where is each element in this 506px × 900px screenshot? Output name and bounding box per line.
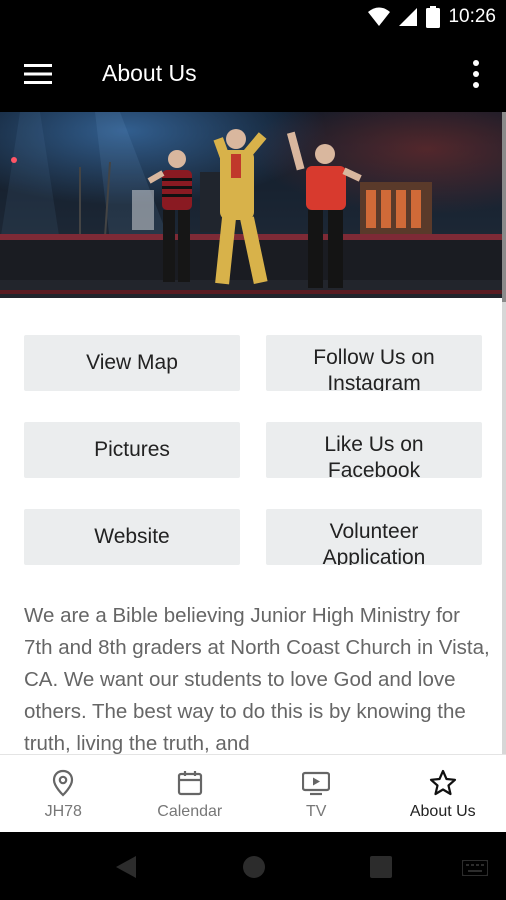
nav-label-jh78: JH78 xyxy=(44,803,82,820)
home-icon[interactable] xyxy=(242,855,266,879)
instagram-button[interactable]: Follow Us on Instagram xyxy=(266,335,482,391)
pictures-button[interactable]: Pictures xyxy=(24,422,240,478)
about-content: View Map Follow Us on Instagram Pictures… xyxy=(0,298,502,754)
pictures-label: Pictures xyxy=(94,438,170,461)
volunteer-button[interactable]: Volunteer Application xyxy=(266,509,482,565)
back-icon[interactable] xyxy=(114,854,138,880)
facebook-button[interactable]: Like Us on Facebook xyxy=(266,422,482,478)
hero-image xyxy=(0,112,502,298)
star-icon xyxy=(429,769,456,796)
volunteer-label: Volunteer Application xyxy=(322,520,426,565)
status-icons: 10:26 xyxy=(368,6,496,28)
nav-item-about-us[interactable]: About Us xyxy=(380,755,506,832)
calendar-icon xyxy=(177,771,202,796)
about-description: We are a Bible believing Junior High Min… xyxy=(24,604,490,754)
keyboard-icon[interactable] xyxy=(462,860,488,876)
nav-label-calendar: Calendar xyxy=(157,803,223,820)
stage-photo xyxy=(0,112,502,298)
location-pin-icon xyxy=(53,769,74,797)
bottom-nav: JH78 Calendar TV About Us xyxy=(0,754,506,832)
view-map-label: View Map xyxy=(86,351,178,374)
nav-item-calendar[interactable]: Calendar xyxy=(127,755,254,832)
wifi-icon xyxy=(368,7,391,26)
nav-item-tv[interactable]: TV xyxy=(253,755,380,832)
scrollbar[interactable] xyxy=(502,112,506,754)
app-bar: About Us xyxy=(0,36,506,112)
scrollbar-thumb[interactable] xyxy=(502,112,506,302)
status-time: 10:26 xyxy=(448,6,496,27)
recents-icon[interactable] xyxy=(370,856,392,878)
battery-icon xyxy=(426,6,441,28)
view-map-button[interactable]: View Map xyxy=(24,335,240,391)
status-bar: 10:26 xyxy=(0,0,506,36)
nav-label-tv: TV xyxy=(306,803,327,820)
facebook-label: Like Us on Facebook xyxy=(324,433,424,478)
website-label: Website xyxy=(94,525,170,548)
nav-item-jh78[interactable]: JH78 xyxy=(0,755,127,832)
website-button[interactable]: Website xyxy=(24,509,240,565)
system-nav-bar xyxy=(0,832,506,900)
cell-signal-icon xyxy=(399,8,418,26)
hamburger-menu-icon[interactable] xyxy=(24,62,52,86)
tv-play-icon xyxy=(302,771,331,796)
more-vert-icon[interactable] xyxy=(468,58,484,90)
nav-label-about-us: About Us xyxy=(409,803,476,820)
page-title: About Us xyxy=(102,60,197,86)
instagram-label: Follow Us on Instagram xyxy=(313,346,435,391)
